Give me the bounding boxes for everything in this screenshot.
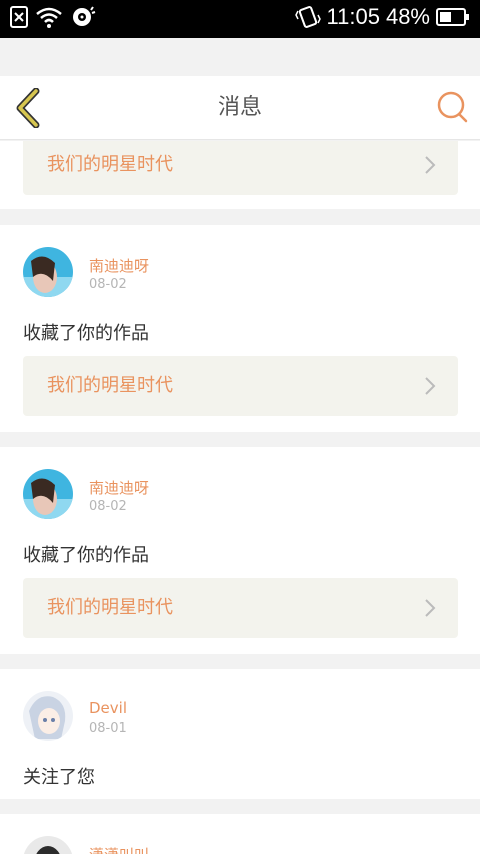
status-bar: 11:05 48%: [0, 0, 480, 38]
wifi-icon: [36, 7, 62, 28]
sim-missing-icon: [10, 6, 28, 28]
vibrate-icon: [294, 6, 321, 28]
message-date: 08-01: [89, 721, 127, 736]
message-item: Devil 08-01 关注了您: [0, 669, 480, 799]
chevron-right-icon: [425, 156, 436, 174]
header-bar: 消息: [0, 76, 480, 140]
message-date: 08-02: [89, 277, 127, 292]
message-item: 潇潇叫叫: [0, 814, 480, 854]
chevron-right-icon: [425, 599, 436, 617]
battery-percent: 48%: [385, 4, 430, 29]
username[interactable]: 南迪迪呀: [89, 255, 149, 276]
work-card[interactable]: 我们的明星时代: [23, 578, 458, 638]
work-title: 我们的明星时代: [47, 597, 173, 618]
avatar[interactable]: [23, 469, 73, 519]
message-text: 收藏了你的作品: [23, 545, 149, 566]
work-card[interactable]: 我们的明星时代: [23, 141, 458, 195]
battery-icon: [436, 8, 469, 26]
message-text: 关注了您: [23, 767, 95, 788]
search-icon[interactable]: [436, 90, 468, 124]
work-card[interactable]: 我们的明星时代: [23, 356, 458, 416]
avatar[interactable]: [23, 691, 73, 741]
avatar[interactable]: [23, 836, 73, 854]
message-list: 我们的明星时代 南迪迪呀 08-02 收藏了你的作品 我们的明星时代 南迪迪呀 …: [0, 141, 480, 854]
message-date: 08-02: [89, 499, 127, 514]
work-title: 我们的明星时代: [47, 375, 173, 396]
avatar[interactable]: [23, 247, 73, 297]
username[interactable]: Devil: [89, 699, 127, 717]
page-title: 消息: [217, 95, 262, 120]
message-item: 南迪迪呀 08-02 收藏了你的作品 我们的明星时代: [0, 447, 480, 654]
message-item: 我们的明星时代: [0, 141, 480, 209]
sync-icon: [73, 6, 96, 26]
status-time: 11:05: [326, 4, 380, 29]
work-title: 我们的明星时代: [47, 154, 173, 175]
message-text: 收藏了你的作品: [23, 323, 149, 344]
username[interactable]: 南迪迪呀: [89, 477, 149, 498]
message-item: 南迪迪呀 08-02 收藏了你的作品 我们的明星时代: [0, 225, 480, 432]
username[interactable]: 潇潇叫叫: [89, 844, 149, 854]
chevron-right-icon: [425, 377, 436, 395]
